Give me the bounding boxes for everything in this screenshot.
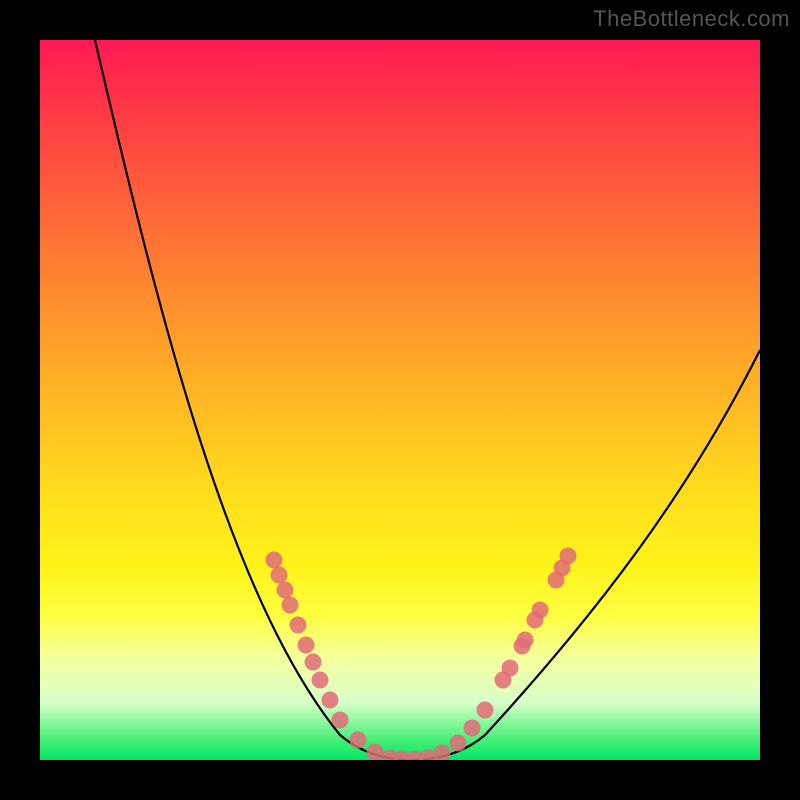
curve-left-descent xyxy=(95,40,410,760)
chart-svg xyxy=(40,40,760,760)
data-marker xyxy=(367,744,384,761)
curve-group xyxy=(95,40,760,760)
data-marker xyxy=(271,567,288,584)
data-marker xyxy=(514,638,531,655)
data-marker xyxy=(332,712,349,729)
data-marker xyxy=(502,660,519,677)
data-marker xyxy=(298,637,315,654)
marker-group xyxy=(266,548,577,761)
data-marker xyxy=(532,602,549,619)
data-marker xyxy=(464,720,481,737)
data-marker xyxy=(305,654,322,671)
data-marker xyxy=(560,548,577,565)
data-marker xyxy=(322,692,339,709)
data-marker xyxy=(282,597,299,614)
data-marker xyxy=(350,732,367,749)
data-marker xyxy=(434,745,451,761)
data-marker xyxy=(290,617,307,634)
curve-right-ascent xyxy=(410,350,760,760)
data-marker xyxy=(477,702,494,719)
data-marker xyxy=(266,552,283,569)
data-marker xyxy=(312,672,329,689)
data-marker xyxy=(277,582,294,599)
plot-area xyxy=(40,40,760,760)
chart-frame: TheBottleneck.com xyxy=(0,0,800,800)
watermark-text: TheBottleneck.com xyxy=(593,6,790,32)
data-marker xyxy=(450,735,467,752)
